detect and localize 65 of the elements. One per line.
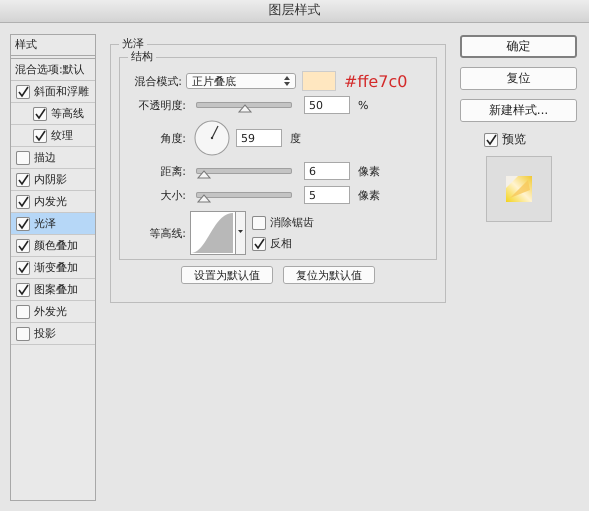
- checkbox[interactable]: [33, 128, 47, 142]
- checkbox[interactable]: [16, 194, 30, 208]
- field-label: 等高线:: [148, 226, 186, 240]
- slider-thumb[interactable]: [238, 104, 252, 113]
- slider-thumb[interactable]: [197, 170, 211, 179]
- window-title: 图层样式: [0, 0, 589, 23]
- color-swatch[interactable]: [302, 71, 336, 91]
- angle-dial-icon: [194, 120, 230, 156]
- stepper-icon: [284, 76, 290, 86]
- sidebar-item[interactable]: 内发光: [34, 194, 67, 209]
- sidebar-item[interactable]: 等高线: [51, 106, 84, 121]
- dialog-button[interactable]: 复位: [460, 67, 577, 90]
- sidebar-header: 样式: [11, 35, 95, 56]
- checkbox-label: 预览: [502, 131, 526, 148]
- number-field[interactable]: 6: [304, 162, 350, 180]
- sidebar-item[interactable]: 描边: [34, 150, 56, 165]
- unit-label: %: [358, 98, 368, 112]
- sidebar-item[interactable]: 混合选项:默认: [11, 58, 95, 81]
- checkbox[interactable]: [484, 132, 498, 146]
- checkbox[interactable]: [16, 326, 30, 340]
- sidebar-item[interactable]: 光泽: [34, 216, 56, 231]
- sidebar-item[interactable]: 渐变叠加: [34, 260, 78, 275]
- checkbox[interactable]: [16, 282, 30, 296]
- dialog-button[interactable]: 新建样式...: [460, 99, 577, 122]
- field-label: 大小:: [159, 188, 186, 202]
- slider-thumb[interactable]: [197, 194, 211, 203]
- unit-label: 像素: [358, 188, 380, 202]
- sidebar-item[interactable]: 颜色叠加: [34, 238, 78, 253]
- unit-label: 像素: [358, 164, 380, 178]
- default-button[interactable]: 复位为默认值: [283, 266, 375, 284]
- checkbox[interactable]: [252, 216, 266, 230]
- unit-label: 度: [290, 130, 301, 146]
- section-title: 结构: [128, 50, 156, 64]
- number-field[interactable]: 50: [304, 96, 350, 114]
- checkbox[interactable]: [16, 172, 30, 186]
- checkbox[interactable]: [16, 216, 30, 230]
- checkbox[interactable]: [16, 84, 30, 98]
- style-preview-icon: [506, 176, 532, 202]
- field-label: 距离:: [159, 164, 186, 178]
- number-field[interactable]: 5: [304, 186, 350, 204]
- field-label: 不透明度:: [137, 98, 186, 112]
- checkbox-label: 反相: [270, 236, 292, 251]
- field-label: 混合模式:: [133, 74, 182, 88]
- sidebar-item[interactable]: 内阴影: [34, 172, 67, 187]
- sidebar-item[interactable]: 纹理: [51, 128, 73, 143]
- contour-curve-icon: [191, 213, 233, 253]
- sidebar-item[interactable]: 投影: [34, 326, 56, 341]
- section-title: 光泽: [119, 37, 147, 51]
- dialog-button[interactable]: 确定: [460, 35, 577, 58]
- checkbox-label: 消除锯齿: [270, 215, 314, 230]
- checkbox[interactable]: [16, 238, 30, 252]
- color-code: #ffe7c0: [344, 72, 408, 90]
- default-button[interactable]: 设置为默认值: [181, 266, 273, 284]
- caret-icon: [238, 230, 243, 233]
- blend-mode-dropdown[interactable]: 正片叠底: [186, 73, 296, 89]
- checkbox[interactable]: [252, 236, 266, 250]
- sidebar-item[interactable]: 斜面和浮雕: [34, 84, 89, 99]
- sidebar-item[interactable]: 图案叠加: [34, 282, 78, 297]
- checkbox[interactable]: [16, 304, 30, 318]
- number-field[interactable]: 59: [236, 129, 282, 147]
- checkbox[interactable]: [16, 150, 30, 164]
- checkbox[interactable]: [33, 106, 47, 120]
- checkbox[interactable]: [16, 260, 30, 274]
- sidebar-item[interactable]: 外发光: [34, 304, 67, 319]
- field-label: 角度:: [159, 130, 186, 146]
